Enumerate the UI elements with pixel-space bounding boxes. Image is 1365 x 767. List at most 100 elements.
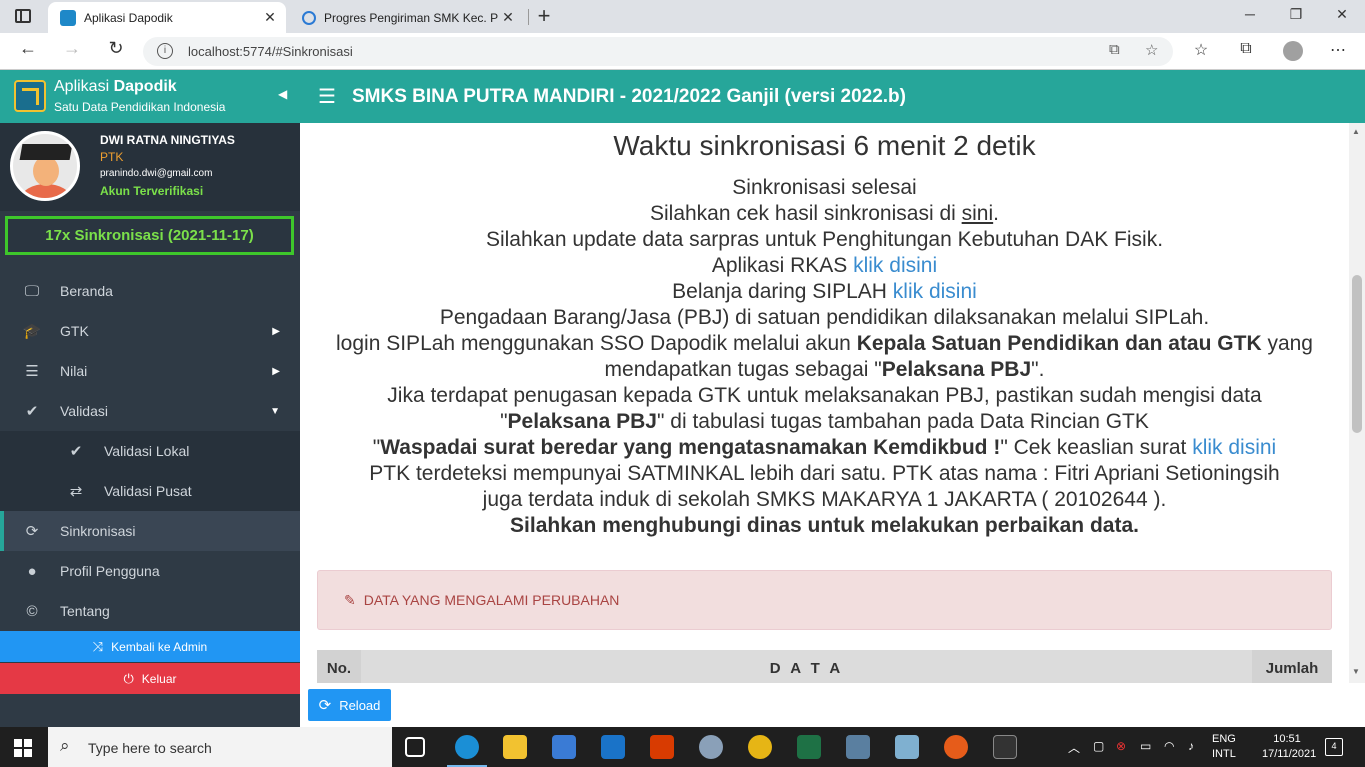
forward-icon[interactable]: → — [60, 38, 84, 59]
store-icon[interactable] — [552, 735, 576, 759]
site-info-icon[interactable]: i — [157, 43, 173, 59]
tab-title: Progres Pengiriman SMK Kec. Pa — [324, 10, 498, 25]
close-tab-icon[interactable]: ✕ — [260, 9, 280, 26]
new-tab-icon[interactable]: + — [534, 3, 554, 29]
browser-tab-progres[interactable]: Progres Pengiriman SMK Kec. Pa ✕ — [290, 2, 524, 33]
close-tab-icon[interactable]: ✕ — [498, 9, 518, 26]
scroll-thumb[interactable] — [1352, 275, 1362, 433]
restore-icon[interactable]: ❐ — [1286, 6, 1306, 23]
user-panel: DWI RATNA NINGTIYAS PTK pranindo.dwi@gma… — [0, 123, 300, 211]
sidebar-item-sinkronisasi[interactable]: ⟳ Sinkronisasi — [0, 511, 300, 551]
sidebar-item-validasi[interactable]: ✔ Validasi ▼ — [0, 391, 300, 431]
sidebar-item-nilai[interactable]: ☰ Nilai ▶ — [0, 351, 300, 391]
notes-icon[interactable] — [895, 735, 919, 759]
sidebar-item-validasi-pusat[interactable]: ⇄ Validasi Pusat — [0, 471, 300, 511]
sidebar-item-validasi-lokal[interactable]: ✔ Validasi Lokal — [0, 431, 300, 471]
result-link[interactable]: sini — [962, 202, 994, 225]
main-content: Waktu sinkronisasi 6 menit 2 detik Sinkr… — [300, 123, 1349, 683]
siplah-link[interactable]: klik disini — [893, 280, 977, 303]
tray-chevron-icon[interactable]: ︿ — [1068, 739, 1080, 756]
back-to-admin-button[interactable]: ⤨ Kembali ke Admin — [0, 631, 300, 662]
wifi-icon[interactable]: ◠ — [1164, 739, 1174, 753]
sidebar-item-beranda[interactable]: 🖵 Beranda — [0, 271, 300, 311]
sidebar-item-label: Validasi Lokal — [104, 443, 190, 459]
globe-favicon-icon — [302, 10, 316, 25]
list-icon: ☰ — [25, 363, 39, 380]
check-icon: ✔ — [25, 403, 39, 420]
shuffle-icon: ⤨ — [92, 638, 104, 654]
url-field[interactable]: i localhost:5774/#Sinkronisasi ⧉ ☆ — [143, 37, 1173, 66]
tray-status-icon[interactable]: ⊗ — [1116, 739, 1126, 753]
chrome-icon[interactable] — [748, 735, 772, 759]
assignment-text: Jika terdapat penugasan kepada GTK untuk… — [387, 384, 1262, 407]
office-icon[interactable] — [650, 735, 674, 759]
terminal-icon[interactable] — [993, 735, 1017, 759]
refresh-page-icon[interactable]: ↻ — [104, 38, 128, 59]
taskbar-search[interactable]: ⌕ Type here to search — [48, 727, 392, 767]
task-view-icon[interactable] — [405, 737, 425, 757]
sidebar-item-label: Sinkronisasi — [60, 523, 136, 539]
taskbar-clock[interactable]: 10:51 17/11/2021 — [1262, 732, 1317, 762]
browser-tab-dapodik[interactable]: Aplikasi Dapodik ✕ — [48, 2, 286, 33]
sidebar-item-tentang[interactable]: © Tentang — [0, 591, 300, 631]
windows-start-icon[interactable] — [14, 739, 32, 757]
language-indicator[interactable]: ENG INTL — [1212, 732, 1236, 762]
mail-icon[interactable] — [601, 735, 625, 759]
back-icon[interactable]: ← — [16, 38, 40, 59]
tab-actions-icon[interactable] — [15, 9, 31, 23]
more-options-icon[interactable]: ⋯ — [1327, 40, 1349, 60]
column-header-data: D A T A — [361, 650, 1252, 683]
sidebar-item-gtk[interactable]: 🎓 GTK ▶ — [0, 311, 300, 351]
favorite-add-icon[interactable]: ☆ — [1145, 41, 1158, 59]
tray-device-icon[interactable]: ▢ — [1093, 739, 1104, 753]
profile-avatar[interactable] — [1283, 41, 1303, 61]
logout-button[interactable]: ⏻ Keluar — [0, 663, 300, 694]
warning-text: "Waspadai surat beredar yang mengatasnam… — [372, 436, 1277, 459]
favorites-icon[interactable]: ☆ — [1190, 40, 1212, 60]
satminkal-text: PTK terdeteksi mempunyai SATMINKAL lebih… — [369, 462, 1280, 485]
clock-date: 17/11/2021 — [1262, 748, 1317, 760]
user-icon: ● — [27, 562, 37, 580]
sidebar: DWI RATNA NINGTIYAS PTK pranindo.dwi@gma… — [0, 123, 300, 727]
volume-icon[interactable]: ♪ — [1188, 739, 1194, 753]
open-in-app-icon[interactable]: ⧉ — [1109, 41, 1120, 58]
column-header-jumlah: Jumlah — [1252, 650, 1332, 683]
collapse-sidebar-icon[interactable]: ◀ — [278, 87, 287, 101]
copyright-icon: © — [26, 602, 38, 620]
firefox-icon[interactable] — [944, 735, 968, 759]
minimize-icon[interactable]: ─ — [1240, 6, 1260, 22]
url-text[interactable]: localhost:5774/#Sinkronisasi — [188, 44, 353, 59]
app-subtitle: Satu Data Pendidikan Indonesia — [54, 100, 226, 114]
file-explorer-icon[interactable] — [503, 735, 527, 759]
main-scrollbar[interactable]: ▲ ▼ — [1349, 123, 1365, 683]
battery-icon[interactable]: ▭ — [1140, 739, 1151, 753]
page-title: SMKS BINA PUTRA MANDIRI - 2021/2022 Ganj… — [352, 86, 906, 107]
reload-button[interactable]: ⟳ Reload — [308, 689, 391, 721]
close-window-icon[interactable]: ✕ — [1332, 6, 1352, 23]
sidebar-item-profil[interactable]: ● Profil Pengguna — [0, 551, 300, 591]
refresh-icon: ⟳ — [25, 523, 39, 540]
power-icon: ⏻ — [123, 670, 134, 686]
keyboard-icon[interactable] — [846, 735, 870, 759]
excel-icon[interactable] — [797, 735, 821, 759]
verify-letter-link[interactable]: klik disini — [1192, 436, 1276, 459]
notification-center-icon[interactable]: 4 — [1325, 738, 1343, 756]
refresh-icon: ⟳ — [318, 697, 332, 714]
windows-taskbar: ⌕ Type here to search ︿ ▢ ⊗ ▭ ◠ ♪ ENG IN… — [0, 727, 1365, 767]
rkas-text: Aplikasi RKAS klik disini — [711, 254, 938, 277]
settings-gear-icon[interactable] — [699, 735, 723, 759]
tab-divider — [528, 9, 529, 25]
exchange-icon: ⇄ — [69, 483, 83, 500]
column-header-no: No. — [317, 650, 361, 683]
app-header: ☰ SMKS BINA PUTRA MANDIRI - 2021/2022 Ga… — [300, 70, 1365, 123]
hamburger-menu-icon[interactable]: ☰ — [318, 84, 336, 109]
tab-title: Aplikasi Dapodik — [84, 10, 173, 25]
browser-tab-bar: Aplikasi Dapodik ✕ Progres Pengiriman SM… — [0, 0, 1365, 33]
scroll-down-icon[interactable]: ▼ — [1352, 667, 1360, 676]
sync-duration-heading: Waktu sinkronisasi 6 menit 2 detik — [613, 130, 1036, 161]
edge-icon[interactable] — [447, 735, 487, 767]
app-name: Aplikasi Dapodik — [54, 78, 177, 95]
rkas-link[interactable]: klik disini — [853, 254, 937, 277]
collections-icon[interactable]: ⧉ — [1235, 40, 1257, 58]
scroll-up-icon[interactable]: ▲ — [1352, 127, 1360, 136]
